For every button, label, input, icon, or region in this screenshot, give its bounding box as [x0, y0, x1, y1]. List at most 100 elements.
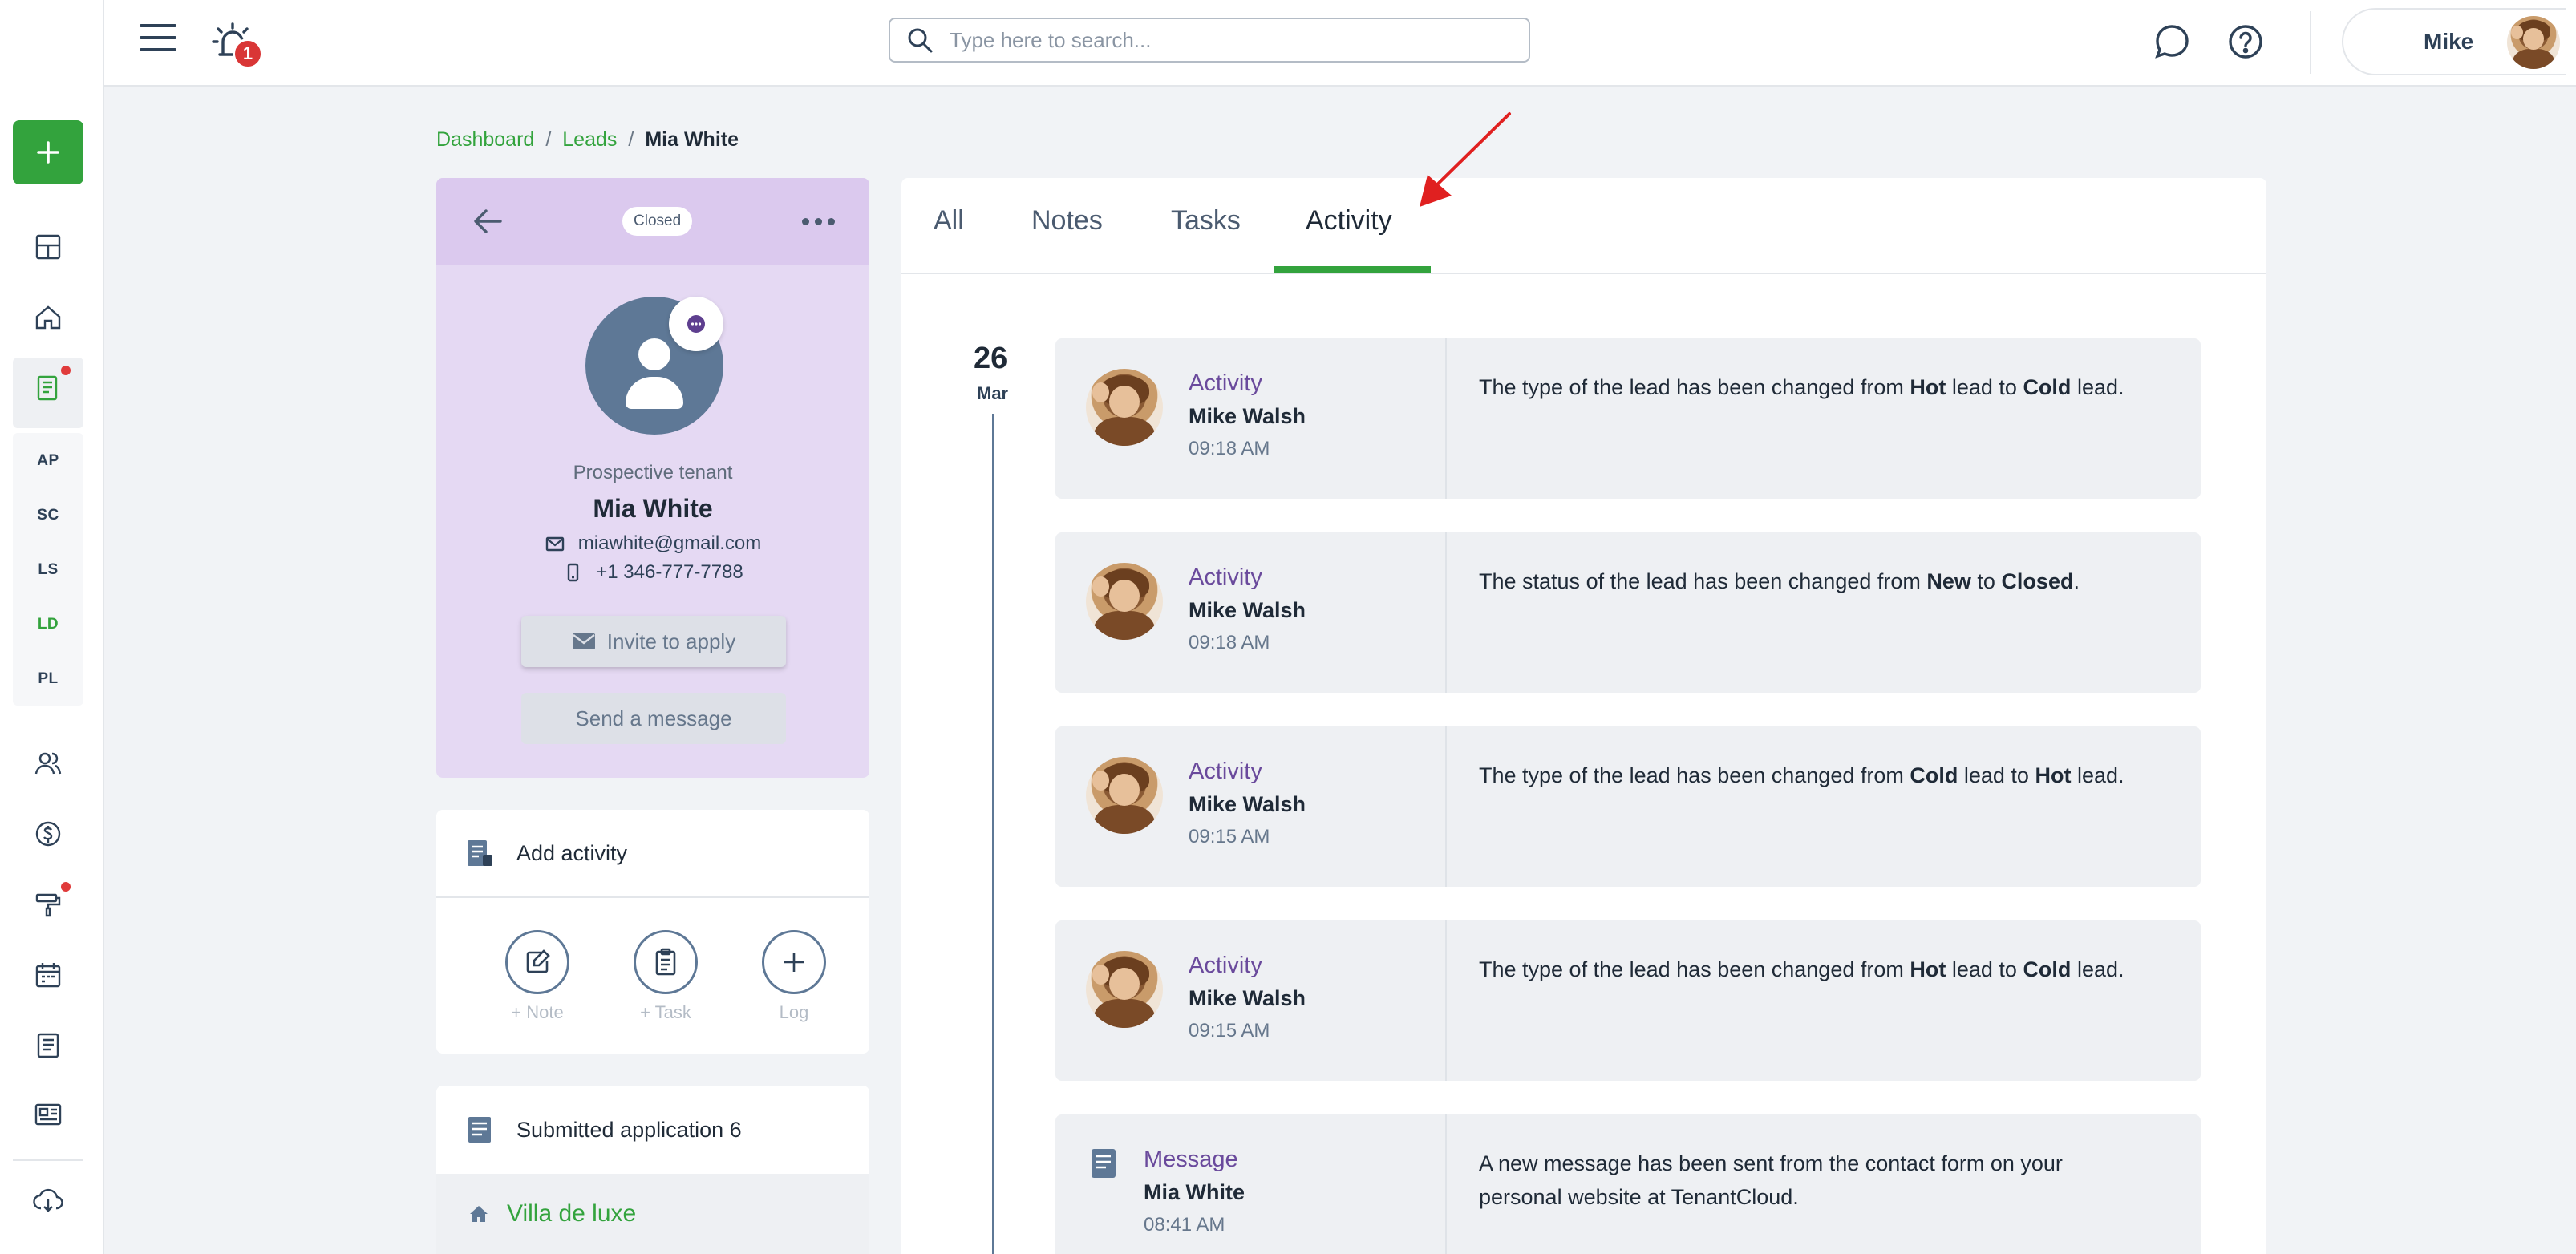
breadcrumb-leads[interactable]: Leads	[562, 128, 617, 152]
lead-status-badge: Closed	[622, 207, 693, 236]
add-activity-card: Add activity + Note + Task Log	[436, 810, 869, 1054]
more-options-icon[interactable]	[802, 218, 835, 225]
entry-author: Mike Walsh	[1189, 792, 1306, 816]
clipboard-icon	[655, 948, 676, 976]
tab-notes[interactable]: Notes	[1031, 205, 1103, 237]
entry-author: Mike Walsh	[1189, 986, 1306, 1010]
entry-time: 09:15 AM	[1189, 826, 1270, 847]
tab-all[interactable]: All	[934, 205, 964, 237]
entry-time: 09:18 AM	[1189, 632, 1270, 653]
user-menu[interactable]: Mike	[2342, 8, 2566, 75]
tab-tasks[interactable]: Tasks	[1171, 205, 1241, 237]
application-property-row[interactable]: Villa de luxe	[436, 1174, 869, 1254]
plus-icon	[37, 141, 59, 164]
entry-author: Mike Walsh	[1189, 404, 1306, 428]
contact-phone-row: +1 346-777-7788	[436, 561, 869, 584]
leads-notification-dot	[61, 366, 71, 375]
plus-icon	[784, 953, 804, 972]
add-task-label: + Task	[640, 1002, 691, 1022]
timeline-entry: Activity Mike Walsh 09:15 AM The type of…	[1055, 726, 2201, 887]
back-arrow-icon[interactable]	[472, 207, 504, 236]
calendar-icon[interactable]	[27, 954, 69, 996]
application-property-name[interactable]: Villa de luxe	[507, 1200, 636, 1228]
left-sidebar: AP SC LS LD PL	[0, 0, 104, 1254]
entry-divider	[1445, 920, 1447, 1081]
add-log-option[interactable]: Log	[746, 930, 842, 1023]
entry-description: The type of the lead has been changed fr…	[1479, 763, 2124, 787]
entry-avatar	[1086, 369, 1163, 446]
entry-type: Activity	[1189, 564, 1262, 590]
contact-email-row: miawhite@gmail.com	[436, 532, 869, 555]
entry-type: Activity	[1189, 370, 1262, 396]
hamburger-menu-icon[interactable]	[140, 24, 176, 56]
activity-panel: All Notes Tasks Activity 26 Mar Activity…	[901, 178, 2266, 1254]
activity-doc-icon	[468, 840, 492, 866]
dollar-icon[interactable]	[27, 813, 69, 855]
contacts-icon[interactable]	[27, 742, 69, 784]
search-box[interactable]	[889, 18, 1530, 63]
message-doc-icon	[1092, 1149, 1116, 1178]
contact-chat-icon[interactable]	[669, 297, 723, 351]
entry-avatar	[1086, 951, 1163, 1028]
subnav-sc[interactable]: SC	[13, 507, 83, 524]
entry-type: Activity	[1189, 953, 1262, 978]
invite-to-apply-button[interactable]: Invite to apply	[521, 616, 786, 667]
contact-email[interactable]: miawhite@gmail.com	[578, 532, 761, 555]
add-activity-header: Add activity	[436, 810, 869, 898]
breadcrumb: Dashboard / Leads / Mia White	[436, 128, 739, 152]
timeline-entry: Activity Mike Walsh 09:15 AM The type of…	[1055, 920, 2201, 1081]
entry-author: Mike Walsh	[1189, 598, 1306, 622]
help-icon[interactable]	[2225, 21, 2266, 63]
entry-description: A new message has been sent from the con…	[1479, 1151, 2063, 1209]
timeline-date-month: Mar	[977, 383, 1009, 403]
activity-tabs: All Notes Tasks Activity	[901, 178, 2266, 274]
search-icon	[908, 28, 933, 53]
subnav-ap[interactable]: AP	[13, 452, 83, 470]
entry-divider	[1445, 532, 1447, 693]
timeline-line	[992, 414, 994, 1254]
add-log-label: Log	[779, 1002, 809, 1022]
entry-divider	[1445, 338, 1447, 499]
entry-divider	[1445, 726, 1447, 887]
contact-card-header: Closed	[436, 178, 869, 265]
search-input[interactable]	[950, 27, 1495, 53]
entry-time: 08:41 AM	[1144, 1214, 1225, 1236]
entry-avatar	[1086, 563, 1163, 640]
dashboard-icon[interactable]	[27, 226, 69, 268]
entry-description: The type of the lead has been changed fr…	[1479, 957, 2124, 981]
breadcrumb-separator: /	[545, 128, 552, 151]
subnav-pl[interactable]: PL	[13, 670, 83, 688]
breadcrumb-dashboard[interactable]: Dashboard	[436, 128, 534, 152]
add-new-button[interactable]	[13, 120, 83, 184]
subnav-ls[interactable]: LS	[13, 561, 83, 579]
mail-icon	[545, 536, 564, 552]
user-name: Mike	[2424, 29, 2474, 54]
add-task-option[interactable]: + Task	[618, 930, 714, 1023]
submitted-application-title: Submitted application 6	[516, 1117, 742, 1142]
timeline-date-day: 26	[974, 342, 1008, 375]
chat-icon[interactable]	[2151, 21, 2193, 63]
newspaper-icon[interactable]	[27, 1094, 69, 1135]
contact-phone[interactable]: +1 346-777-7788	[596, 561, 743, 584]
entry-type: Activity	[1189, 758, 1262, 784]
notification-count-badge: 1	[233, 38, 263, 69]
entry-description: The type of the lead has been changed fr…	[1479, 375, 2124, 399]
contact-name: Mia White	[593, 494, 713, 523]
add-note-option[interactable]: + Note	[489, 930, 585, 1023]
subnav-ld[interactable]: LD	[13, 616, 83, 633]
house-icon	[470, 1206, 488, 1222]
contact-card: Closed Prospective tenant Mia White miaw…	[436, 178, 869, 778]
add-note-label: + Note	[511, 1002, 564, 1022]
breadcrumb-current: Mia White	[645, 128, 739, 151]
entry-avatar	[1086, 757, 1163, 834]
submitted-application-card: Submitted application 6 Villa de luxe	[436, 1086, 869, 1254]
send-message-button[interactable]: Send a message	[521, 693, 786, 744]
envelope-icon	[572, 633, 595, 649]
home-icon[interactable]	[27, 297, 69, 338]
entry-type: Message	[1144, 1147, 1238, 1172]
download-cloud-icon[interactable]	[27, 1180, 69, 1222]
entry-time: 09:18 AM	[1189, 438, 1270, 459]
entry-divider	[1445, 1114, 1447, 1254]
document-icon[interactable]	[27, 1025, 69, 1066]
tab-activity[interactable]: Activity	[1306, 205, 1392, 237]
